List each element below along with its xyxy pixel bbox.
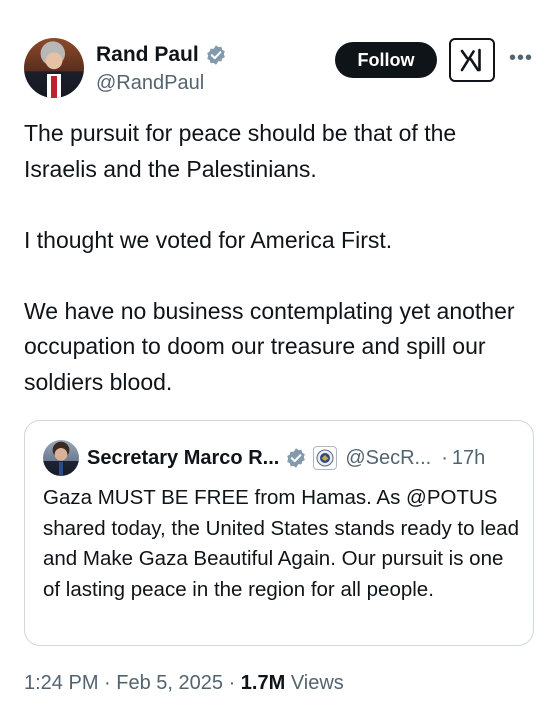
follow-button[interactable]: Follow (335, 42, 437, 78)
quoted-author-avatar[interactable] (43, 440, 79, 476)
government-seal-icon[interactable] (313, 446, 338, 470)
verified-badge-icon[interactable] (285, 447, 307, 469)
quoted-tweet-text: Gaza MUST BE FREE from Hamas. As @POTUS … (43, 486, 519, 601)
author-name-row: Rand Paul (96, 42, 227, 68)
separator-dot: · (441, 446, 448, 469)
avatar-tie (51, 76, 57, 98)
seal-emblem-icon (316, 449, 334, 467)
tweet-paragraph: I thought we voted for America First. (24, 226, 393, 253)
views-count: 1.7M (240, 672, 286, 694)
verified-badge-icon[interactable] (205, 44, 227, 66)
author-display-name[interactable]: Rand Paul (96, 43, 199, 67)
tweet-paragraph: The pursuit for peace should be that of … (24, 120, 457, 182)
tweet-body: The pursuit for peace should be that of … (24, 116, 534, 400)
more-options-icon[interactable]: ••• (507, 44, 535, 72)
tweet-date[interactable]: Feb 5, 2025 (116, 672, 223, 694)
quoted-tweet-time[interactable]: 17h (452, 447, 485, 470)
views-label: Views (285, 672, 344, 694)
grok-icon (460, 48, 481, 72)
tweet-time[interactable]: 1:24 PM (24, 672, 98, 694)
tweet-metadata: 1:24 PM · Feb 5, 2025 · 1.7M Views (24, 672, 344, 695)
quoted-tweet[interactable]: Secretary Marco R... @SecR... · 17h Gaza… (24, 420, 534, 646)
separator-dot: · (98, 672, 117, 694)
author-info: Rand Paul @RandPaul (96, 42, 227, 95)
tweet-paragraph: We have no business contemplating yet an… (24, 297, 515, 395)
quoted-tweet-header: Secretary Marco R... @SecR... · 17h (43, 439, 519, 477)
grok-button[interactable] (449, 38, 495, 82)
tweet-header: Rand Paul @RandPaul Follow ••• (24, 38, 534, 100)
author-avatar[interactable] (24, 38, 84, 98)
avatar-tie (59, 462, 63, 476)
quoted-author-name[interactable]: Secretary Marco R... (87, 447, 279, 470)
separator-dot: · (223, 672, 241, 694)
author-handle[interactable]: @RandPaul (96, 72, 227, 95)
quoted-author-handle[interactable]: @SecR... (345, 447, 431, 470)
